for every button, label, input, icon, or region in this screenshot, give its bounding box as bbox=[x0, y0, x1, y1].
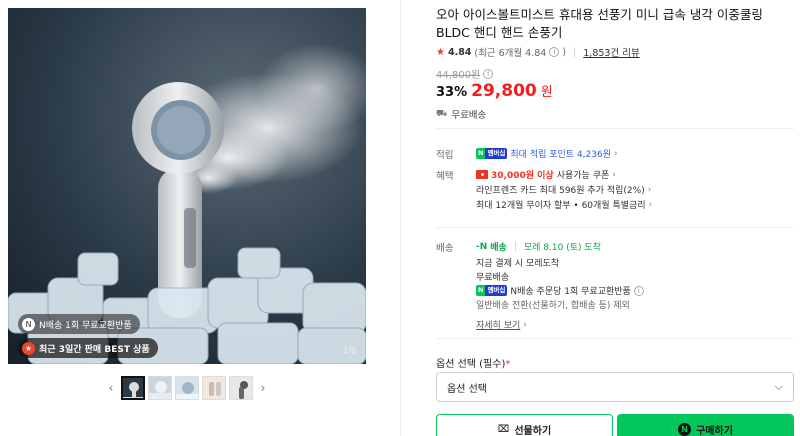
option-select[interactable]: 옵션 선택 ⌵ bbox=[436, 372, 794, 402]
benefit-label: 혜택 bbox=[436, 171, 454, 182]
divider bbox=[436, 338, 794, 339]
original-price: 44,800원 bbox=[436, 70, 481, 81]
option-select-value: 옵션 선택 bbox=[447, 383, 487, 395]
sale-price: 29,800 bbox=[471, 81, 537, 101]
best-seller-badge-text: 최근 3일간 판매 BEST 상품 bbox=[39, 344, 150, 355]
price-unit: 원 bbox=[540, 85, 553, 100]
fire-icon: ★ bbox=[22, 341, 35, 355]
badge-icon: N bbox=[22, 317, 35, 331]
n-delivery-icon: -N bbox=[476, 241, 488, 252]
thumbnail-4-image bbox=[203, 377, 225, 399]
point-text: 최대 적립 포인트 4,236원 bbox=[510, 150, 611, 160]
thumbnail-1-image bbox=[123, 378, 143, 398]
delivery-line-3-text: N배송 주문당 1회 무료교환반품 bbox=[510, 287, 631, 297]
thumbnail-2-image bbox=[149, 377, 171, 399]
installment-row[interactable]: 최대 12개월 무이자 할부 • 60개월 특별금리 › bbox=[476, 198, 653, 212]
delivery-line-4: 일반배송 전환(선물하기, 합배송 등) 제외 bbox=[476, 298, 630, 311]
separator: | bbox=[573, 46, 577, 58]
card-benefit-text: 라인프렌즈 카드 최대 596원 추가 적립(2%) bbox=[476, 186, 645, 196]
thumbnail-5-image bbox=[230, 377, 252, 399]
chevron-right-icon: › bbox=[523, 319, 527, 330]
thumbnail-3[interactable] bbox=[175, 376, 199, 400]
npay-membership-icon: N 멤버십 bbox=[476, 148, 508, 159]
divider bbox=[436, 227, 794, 228]
chevron-right-icon: › bbox=[648, 199, 653, 210]
gift-icon: ⌧ bbox=[497, 423, 510, 435]
discount-rate: 33% bbox=[436, 85, 468, 100]
delivery-detail-text: 자세히 보기 bbox=[476, 321, 521, 331]
rating-value: 4.84 bbox=[447, 46, 472, 58]
npay-icon: N bbox=[678, 422, 692, 436]
delivery-badge: 배송 bbox=[490, 243, 507, 253]
buy-button[interactable]: N 구매하기 bbox=[617, 414, 794, 436]
option-label: 옵션 선택 (필수)* bbox=[436, 355, 510, 370]
buy-button-label: 구매하기 bbox=[696, 425, 733, 436]
gift-button[interactable]: ⌧ 선물하기 bbox=[436, 414, 613, 436]
info-icon[interactable]: i bbox=[633, 285, 644, 296]
divider bbox=[436, 128, 794, 129]
card-benefit-row[interactable]: 라인프렌즈 카드 최대 596원 추가 적립(2%) › bbox=[476, 183, 652, 197]
original-price-row: 44,800원 ! bbox=[436, 66, 494, 81]
npay-membership-icon: N 멤버십 bbox=[476, 285, 508, 296]
price-row: 33% 29,800 원 bbox=[436, 81, 553, 101]
best-seller-badge: ★ 최근 3일간 판매 BEST 상품 bbox=[18, 338, 158, 358]
review-count-link[interactable]: 1,853건 리뷰 bbox=[583, 45, 639, 59]
thumbnail-1[interactable] bbox=[121, 376, 145, 400]
delivery-date-row: -N 배송 | 모레 8.10 (토) 도착 bbox=[476, 240, 601, 254]
image-page-count: 1/6 bbox=[343, 346, 356, 355]
delivery-line-3: N 멤버십 N배송 주문당 1회 무료교환반품 i bbox=[476, 284, 644, 297]
star-icon: ★ bbox=[436, 46, 445, 58]
chevron-right-icon: › bbox=[614, 148, 618, 159]
required-mark: * bbox=[505, 359, 511, 370]
free-return-badge: N N배송 1회 무료교환반품 bbox=[18, 314, 140, 334]
delivery-line-1-text: 지금 결제 시 모레도착 bbox=[476, 259, 560, 269]
thumbnail-3-image bbox=[176, 377, 198, 399]
point-label: 적립 bbox=[436, 150, 454, 161]
shipping-text: 무료배송 bbox=[451, 110, 487, 121]
chevron-right-icon: › bbox=[612, 169, 616, 180]
thumbnail-2[interactable] bbox=[148, 376, 172, 400]
product-gallery: N N배송 1회 무료교환반품 ★ 최근 3일간 판매 BEST 상품 1/6 … bbox=[0, 0, 400, 436]
coupon-text: 사용가능 쿠폰 bbox=[556, 171, 610, 181]
gift-button-label: 선물하기 bbox=[514, 425, 552, 436]
price-info-icon[interactable]: ! bbox=[483, 68, 494, 79]
free-return-badge-text: N배송 1회 무료교환반품 bbox=[39, 320, 132, 331]
delivery-date: 모레 8.10 (토) 도착 bbox=[523, 243, 601, 253]
delivery-detail-link[interactable]: 자세히 보기 › bbox=[476, 318, 527, 332]
rating-row: ★ 4.84 (최근 6개월 4.84 i) | 1,853건 리뷰 bbox=[436, 45, 640, 60]
delivery-line-2: 무료배송 bbox=[476, 270, 509, 283]
thumbnail-4[interactable] bbox=[202, 376, 226, 400]
delivery-line-4-text: 일반배송 전환(선물하기, 합배송 등) 제외 bbox=[476, 301, 630, 311]
separator: | bbox=[513, 241, 517, 252]
chevron-down-icon: ⌵ bbox=[774, 380, 783, 393]
rating-recent-close: ) bbox=[562, 46, 567, 58]
chevron-right-icon: › bbox=[647, 184, 652, 195]
column-divider bbox=[400, 0, 401, 436]
shipping-row: ⛟ 무료배송 bbox=[436, 107, 487, 122]
delivery-line-1: 지금 결제 시 모레도착 bbox=[476, 256, 559, 269]
coupon-min-amount: 30,000원 이상 bbox=[491, 171, 554, 181]
delivery-line-2-text: 무료배송 bbox=[476, 273, 510, 283]
delivery-label: 배송 bbox=[436, 243, 454, 254]
option-label-text: 옵션 선택 (필수) bbox=[436, 359, 506, 370]
truck-icon: ⛟ bbox=[436, 108, 448, 119]
product-photo bbox=[8, 8, 366, 364]
product-title: 오아 아이스볼트미스트 휴대용 선풍기 미니 급속 냉각 이중쿨링 BLDC 핸… bbox=[436, 7, 763, 40]
installment-text: 최대 12개월 무이자 할부 • 60개월 특별금리 bbox=[476, 201, 646, 211]
main-product-image[interactable]: N N배송 1회 무료교환반품 ★ 최근 3일간 판매 BEST 상품 1/6 bbox=[8, 8, 366, 364]
thumbnail-strip: ‹ › bbox=[104, 376, 270, 400]
thumb-prev-button[interactable]: ‹ bbox=[104, 381, 118, 395]
point-row[interactable]: N 멤버십 최대 적립 포인트 4,236원 › bbox=[476, 147, 618, 160]
thumb-next-button[interactable]: › bbox=[256, 381, 270, 395]
thumbnail-5[interactable] bbox=[229, 376, 253, 400]
coupon-icon bbox=[476, 170, 488, 179]
coupon-row[interactable]: 30,000원 이상 사용가능 쿠폰 › bbox=[476, 168, 616, 181]
info-icon[interactable]: i bbox=[549, 47, 560, 57]
rating-recent: (최근 6개월 4.84 bbox=[474, 48, 547, 59]
